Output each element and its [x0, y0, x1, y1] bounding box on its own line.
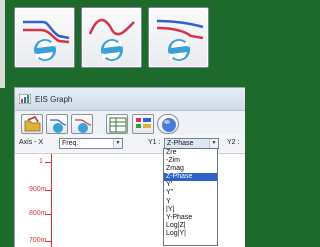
- color-legend-icon: [136, 118, 151, 128]
- title-bar: EIS Graph: [15, 88, 245, 111]
- axis-x-label: Axis - X: [19, 139, 44, 146]
- legend-button[interactable]: [132, 114, 154, 134]
- sphere-icon: [162, 118, 176, 132]
- decay-curve-swap-icon: [156, 19, 204, 61]
- decay-swap-button[interactable]: [148, 7, 209, 68]
- large-toolbar: [14, 7, 209, 68]
- y-tick-label: 700m: [29, 237, 47, 244]
- chevron-down-icon: ▼: [113, 139, 122, 148]
- chevron-down-icon: ▼: [209, 139, 218, 148]
- lowpass-curve-swap-icon: [23, 20, 70, 61]
- dropdown-option-selected[interactable]: Z-Phase: [164, 173, 217, 182]
- table-view-icon: [109, 117, 127, 133]
- y1-dropdown-list[interactable]: Zre -Zim Zmag Z-Phase Y' Y'' Y |Y| Y-Pha…: [163, 148, 218, 246]
- lowpass-swap-button[interactable]: [14, 7, 75, 68]
- graph-swap-icon: [50, 119, 67, 133]
- dropdown-option[interactable]: Y: [164, 198, 217, 206]
- dropdown-option[interactable]: Zre: [164, 149, 217, 157]
- app-icon: [19, 94, 31, 104]
- open-folder-icon: [24, 116, 41, 132]
- dropdown-option[interactable]: Y-Phase: [164, 214, 217, 222]
- graph-toolbar: [15, 111, 245, 135]
- wave-curve-swap-icon: [88, 18, 135, 61]
- dropdown-option[interactable]: Zmag: [164, 165, 217, 173]
- axis-x-value: Freq.: [62, 140, 79, 147]
- y-tick-mark: [45, 162, 51, 163]
- dropdown-option[interactable]: Log|Z|: [164, 222, 217, 230]
- graph-swap-alt-button[interactable]: [71, 114, 93, 134]
- axis-x-combo[interactable]: Freq. ▼: [59, 138, 123, 149]
- open-button[interactable]: [21, 114, 43, 134]
- y-tick-label: 800m: [29, 210, 47, 217]
- sphere-button[interactable]: [157, 114, 179, 134]
- y1-label: Y1 :: [148, 139, 161, 146]
- dropdown-option[interactable]: Y'': [164, 189, 217, 197]
- graph-swap-button[interactable]: [46, 114, 68, 134]
- window-title: EIS Graph: [35, 94, 73, 104]
- wave-swap-button[interactable]: [81, 7, 142, 68]
- dropdown-option[interactable]: -Zim: [164, 157, 217, 165]
- y-tick-label: 1: [39, 158, 43, 165]
- table-view-button[interactable]: [106, 114, 128, 134]
- y1-value: Z-Phase: [167, 140, 194, 147]
- y-tick-mark: [45, 214, 51, 215]
- graph-swap-alt-icon: [75, 119, 92, 133]
- dropdown-option[interactable]: |Y|: [164, 206, 217, 214]
- background-window-edge: [0, 0, 5, 88]
- y-tick-mark: [45, 190, 51, 191]
- y-axis-line: [51, 154, 52, 247]
- y2-label: Y2 :: [227, 139, 240, 146]
- dropdown-option[interactable]: Y': [164, 181, 217, 189]
- dropdown-option[interactable]: Log|Y|: [164, 230, 217, 238]
- y-tick-label: 900m: [29, 186, 47, 193]
- y-tick-mark: [45, 241, 51, 242]
